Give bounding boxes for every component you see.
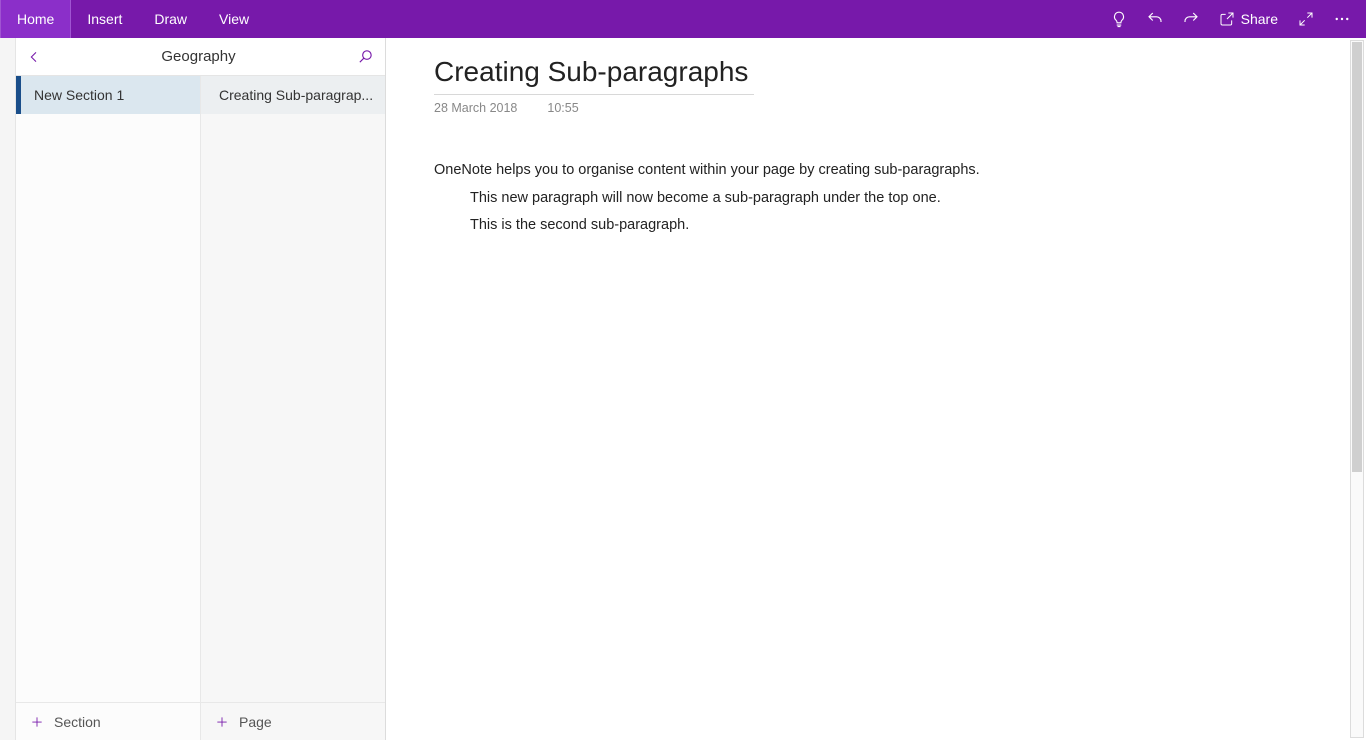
navigation-pane: Geography New Section 1 Section Creating… <box>16 38 386 740</box>
search-icon <box>357 48 374 65</box>
undo-icon <box>1146 10 1164 28</box>
expand-icon <box>1298 11 1314 27</box>
page-canvas[interactable]: Creating Sub-paragraphs 28 March 2018 10… <box>386 38 1366 740</box>
tab-view[interactable]: View <box>203 0 265 38</box>
share-button[interactable]: Share <box>1209 0 1288 38</box>
tab-draw[interactable]: Draw <box>138 0 203 38</box>
sections-column: New Section 1 Section <box>16 76 201 740</box>
page-time: 10:55 <box>547 101 578 115</box>
share-icon <box>1219 11 1235 27</box>
page-content[interactable]: OneNote helps you to organise content wi… <box>434 157 1318 240</box>
chevron-left-icon <box>26 49 42 65</box>
page-date: 28 March 2018 <box>434 101 517 115</box>
share-label: Share <box>1241 11 1278 27</box>
paragraph[interactable]: OneNote helps you to organise content wi… <box>434 157 1318 185</box>
page-meta: 28 March 2018 10:55 <box>434 101 1318 115</box>
ribbon-actions: Share <box>1101 0 1366 38</box>
tab-home[interactable]: Home <box>0 0 71 38</box>
vertical-scrollbar[interactable] <box>1350 40 1364 738</box>
tab-insert[interactable]: Insert <box>71 0 138 38</box>
notebook-title[interactable]: Geography <box>52 48 345 65</box>
ribbon-tabs: Home Insert Draw View <box>0 0 265 38</box>
more-button[interactable] <box>1324 0 1360 38</box>
add-page-button[interactable]: Page <box>201 702 385 740</box>
lightbulb-icon <box>1110 10 1128 28</box>
nav-header: Geography <box>16 38 385 76</box>
add-section-button[interactable]: Section <box>16 702 200 740</box>
add-page-label: Page <box>239 714 272 730</box>
add-section-label: Section <box>54 714 101 730</box>
redo-button[interactable] <box>1173 0 1209 38</box>
tell-me-button[interactable] <box>1101 0 1137 38</box>
ellipsis-icon <box>1333 10 1351 28</box>
plus-icon <box>30 715 44 729</box>
search-button[interactable] <box>345 48 385 65</box>
undo-button[interactable] <box>1137 0 1173 38</box>
fullscreen-button[interactable] <box>1288 0 1324 38</box>
sub-paragraph[interactable]: This is the second sub-paragraph. <box>434 212 1318 240</box>
scrollbar-thumb[interactable] <box>1352 42 1362 472</box>
back-button[interactable] <box>16 49 52 65</box>
ribbon: Home Insert Draw View Share <box>0 0 1366 38</box>
sub-paragraph[interactable]: This new paragraph will now become a sub… <box>434 185 1318 213</box>
redo-icon <box>1182 10 1200 28</box>
section-item[interactable]: New Section 1 <box>16 76 200 114</box>
plus-icon <box>215 715 229 729</box>
page-title[interactable]: Creating Sub-paragraphs <box>434 56 754 95</box>
page-item[interactable]: Creating Sub-paragrap... <box>201 76 385 114</box>
pages-column: Creating Sub-paragrap... Page <box>201 76 385 740</box>
collapsed-rail[interactable] <box>0 38 16 740</box>
